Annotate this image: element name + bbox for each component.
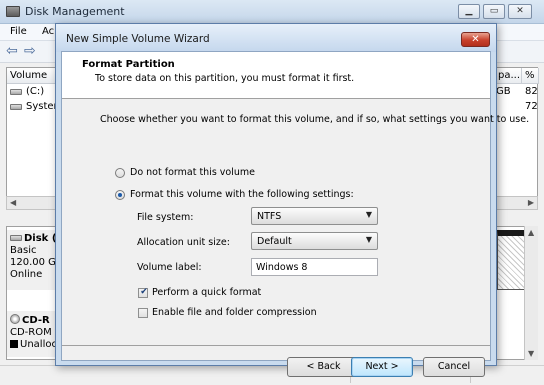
scroll-up-icon[interactable]: ▲ — [528, 228, 534, 237]
unallocated-swatch — [10, 340, 18, 348]
allocation-unit-value: Default — [257, 236, 292, 247]
wizard-content: Format Partition To store data on this p… — [61, 51, 529, 377]
wizard-title-bar: New Simple Volume Wizard ✕ — [56, 24, 496, 52]
volume-row-percent: 72 — [525, 101, 538, 112]
allocation-unit-dropdown[interactable]: Default ▼ — [251, 232, 378, 250]
forward-arrow-icon[interactable]: ⇨ — [24, 44, 36, 58]
back-button[interactable]: < Back — [287, 357, 360, 377]
cd-rom-icon — [10, 314, 20, 324]
title-bar: Disk Management ▁ ▭ ✕ — [0, 0, 544, 24]
minimize-icon: ▁ — [465, 6, 473, 16]
disk-management-app-icon — [6, 6, 20, 17]
maximize-button[interactable]: ▭ — [483, 4, 505, 19]
back-arrow-icon[interactable]: ⇦ — [6, 44, 18, 58]
disk-0-partition[interactable] — [497, 230, 525, 290]
volume-label-input[interactable] — [251, 258, 378, 276]
do-not-format-label[interactable]: Do not format this volume — [130, 167, 255, 178]
new-simple-volume-wizard: New Simple Volume Wizard ✕ Format Partit… — [55, 23, 529, 377]
page-heading: Format Partition — [82, 59, 175, 70]
volume-row-capacity: GB — [496, 86, 511, 97]
minimize-button[interactable]: ▁ — [458, 4, 480, 19]
window-title: Disk Management — [25, 5, 125, 18]
vertical-scrollbar[interactable]: ▲ ▼ — [524, 226, 538, 360]
close-icon: ✕ — [516, 6, 524, 16]
scroll-down-icon[interactable]: ▼ — [528, 349, 534, 358]
disk-icon — [10, 235, 22, 241]
menu-action[interactable]: Ac — [42, 26, 54, 37]
scroll-left-icon[interactable]: ◀ — [10, 198, 16, 207]
checkmark-icon: ✔ — [140, 287, 148, 297]
close-icon: ✕ — [471, 34, 480, 45]
quick-format-checkbox[interactable]: ✔ — [138, 287, 148, 298]
button-divider — [62, 345, 490, 346]
volume-row-name[interactable]: (C:) — [26, 86, 44, 97]
next-button[interactable]: Next > — [351, 357, 413, 377]
allocation-unit-label: Allocation unit size: — [137, 237, 230, 248]
compression-label[interactable]: Enable file and folder compression — [152, 307, 317, 318]
file-system-value: NTFS — [257, 211, 282, 222]
quick-format-label[interactable]: Perform a quick format — [152, 287, 261, 298]
instruction-text: Choose whether you want to format this v… — [100, 114, 530, 125]
format-volume-label[interactable]: Format this volume with the following se… — [130, 189, 354, 200]
menu-file[interactable]: File — [10, 26, 27, 37]
file-system-dropdown[interactable]: NTFS ▼ — [251, 207, 378, 225]
wizard-header: Format Partition To store data on this p… — [62, 52, 490, 99]
do-not-format-radio[interactable] — [115, 168, 125, 178]
column-header-capacity[interactable]: pa... — [495, 68, 522, 84]
volume-row-percent: 82 — [525, 86, 538, 97]
compression-checkbox[interactable] — [138, 308, 148, 318]
wizard-close-button[interactable]: ✕ — [461, 32, 490, 47]
column-header-percent-free[interactable]: % F — [522, 68, 539, 84]
file-system-label: File system: — [137, 212, 194, 223]
drive-icon — [10, 104, 22, 110]
close-button[interactable]: ✕ — [508, 4, 532, 19]
page-subheading: To store data on this partition, you mus… — [95, 73, 355, 84]
format-volume-radio[interactable] — [115, 190, 125, 200]
cancel-button[interactable]: Cancel — [423, 357, 485, 377]
maximize-icon: ▭ — [489, 6, 499, 16]
dropdown-arrow-icon: ▼ — [365, 210, 372, 219]
drive-icon — [10, 89, 22, 95]
wizard-title: New Simple Volume Wizard — [66, 33, 210, 45]
volume-label-label: Volume label: — [137, 262, 202, 273]
dropdown-arrow-icon: ▼ — [365, 235, 372, 244]
scroll-right-icon[interactable]: ▶ — [528, 198, 534, 207]
